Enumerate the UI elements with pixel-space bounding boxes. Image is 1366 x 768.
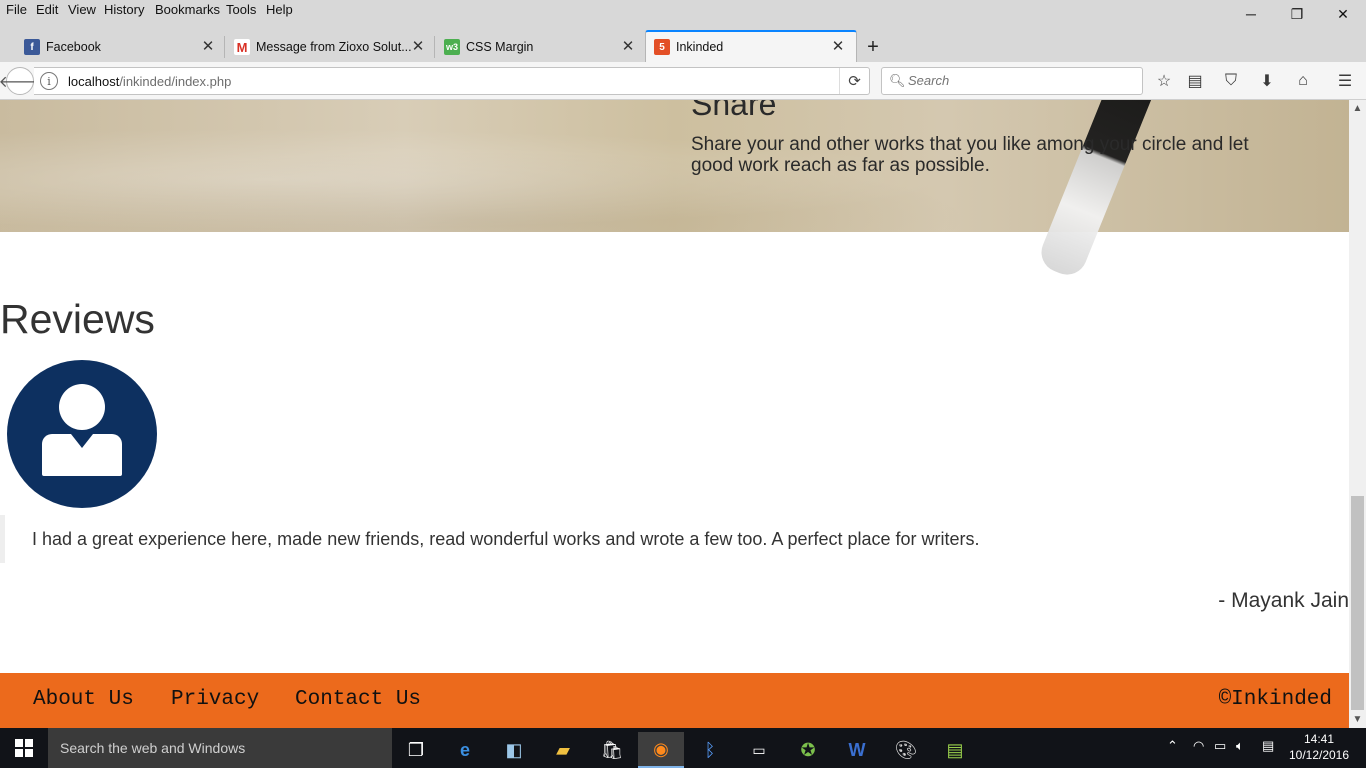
close-icon[interactable]: ✕: [200, 37, 216, 55]
action-center-icon[interactable]: ▤: [1262, 738, 1274, 754]
html5-icon: 5: [654, 39, 670, 55]
close-icon[interactable]: ✕: [620, 37, 636, 55]
hamburger-menu-icon[interactable]: ☰: [1332, 68, 1358, 94]
start-button[interactable]: [0, 728, 48, 768]
url-path: /inkinded/index.php: [119, 74, 232, 89]
user-avatar-icon: [7, 360, 157, 508]
taskbar-search-placeholder: Search the web and Windows: [60, 740, 246, 756]
reviews-heading: Reviews: [0, 296, 155, 342]
review-author: - Mayank Jain: [1218, 589, 1349, 612]
taskbar-search-box[interactable]: Search the web and Windows: [48, 728, 392, 768]
tab-facebook[interactable]: f Facebook ✕: [24, 34, 216, 60]
home-icon[interactable]: ⌂: [1290, 68, 1316, 94]
word-icon[interactable]: W: [834, 732, 880, 768]
footer-link-about[interactable]: About Us: [33, 688, 134, 711]
scroll-down-arrow-icon[interactable]: ▼: [1349, 711, 1366, 728]
tab-gmail[interactable]: M Message from Zioxo Solut... ✕: [234, 34, 426, 60]
menu-bar: File Edit View History Bookmarks Tools H…: [0, 0, 1366, 22]
clock-time: 14:41: [1303, 732, 1335, 746]
store-icon[interactable]: 🛍︎: [589, 732, 635, 768]
tray-chevron-up-icon[interactable]: ⌃: [1167, 738, 1178, 754]
footer-link-contact[interactable]: Contact Us: [295, 688, 421, 711]
app-icon[interactable]: ◧: [491, 732, 537, 768]
task-view-icon[interactable]: ❐: [393, 732, 439, 768]
new-tab-button[interactable]: +: [862, 36, 884, 58]
wifi-icon[interactable]: ◠: [1193, 738, 1204, 754]
system-clock[interactable]: 14:41 10/12/2016: [1288, 731, 1350, 763]
tab-strip: f Facebook ✕ M Message from Zioxo Solut.…: [0, 22, 1366, 62]
url-bar[interactable]: i localhost/inkinded/index.php ⟳: [34, 67, 870, 95]
url-text[interactable]: localhost/inkinded/index.php: [68, 74, 231, 89]
footer-link-privacy[interactable]: Privacy: [171, 688, 259, 711]
tab-inkinded[interactable]: 5 Inkinded ✕: [654, 34, 846, 60]
file-explorer-icon[interactable]: ▰: [540, 732, 586, 768]
battery-icon[interactable]: ▭: [1214, 738, 1226, 754]
menu-help[interactable]: Help: [266, 2, 293, 17]
bluetooth-icon[interactable]: ᛒ: [687, 732, 733, 768]
hero-title: Share: [691, 100, 777, 122]
navigation-bar: 🡐 i localhost/inkinded/index.php ⟳ 🔍︎ ☆ …: [0, 62, 1366, 100]
tab-separator: [434, 36, 435, 58]
menu-view[interactable]: View: [68, 2, 96, 17]
back-button[interactable]: 🡐: [0, 67, 41, 95]
close-icon[interactable]: ✕: [410, 37, 426, 55]
info-icon[interactable]: i: [40, 72, 58, 90]
review-quote: I had a great experience here, made new …: [0, 515, 1349, 563]
search-input[interactable]: [908, 73, 1128, 88]
avatar-collar: [71, 434, 93, 448]
menu-history[interactable]: History: [104, 2, 144, 17]
menu-tools[interactable]: Tools: [226, 2, 256, 17]
firefox-icon[interactable]: ◉: [638, 732, 684, 768]
vertical-scrollbar[interactable]: ▲ ▼: [1349, 100, 1366, 728]
hero-text: Share your and other works that you like…: [691, 134, 1249, 176]
pocket-icon[interactable]: ⛉: [1218, 68, 1244, 94]
footer-copyright: ©Inkinded: [1218, 688, 1332, 711]
w3schools-icon: w3: [444, 39, 460, 55]
reload-icon[interactable]: ⟳: [839, 68, 869, 94]
volume-icon[interactable]: 🔈︎: [1236, 738, 1244, 754]
review-text: I had a great experience here, made new …: [32, 529, 980, 549]
download-icon[interactable]: ⬇: [1254, 68, 1280, 94]
scroll-up-arrow-icon[interactable]: ▲: [1349, 100, 1366, 117]
paint-icon[interactable]: 🎨︎: [883, 732, 929, 768]
tab-css-margin[interactable]: w3 CSS Margin ✕: [444, 34, 636, 60]
command-prompt-icon[interactable]: ▭: [736, 732, 782, 768]
avatar-head: [59, 384, 105, 430]
clock-date: 10/12/2016: [1288, 748, 1350, 762]
pen-image: [1035, 100, 1161, 281]
tab-separator: [224, 36, 225, 58]
tab-label: Inkinded: [676, 40, 724, 54]
search-icon: 🔍︎: [889, 73, 906, 88]
menu-edit[interactable]: Edit: [36, 2, 58, 17]
hero-banner: Share Share your and other works that yo…: [0, 100, 1349, 281]
page-viewport: Share Share your and other works that yo…: [0, 100, 1349, 728]
close-icon[interactable]: ✕: [830, 37, 846, 55]
reading-list-icon[interactable]: ▤: [1182, 68, 1208, 94]
tab-label: Facebook: [46, 40, 101, 54]
url-host: localhost: [68, 74, 120, 89]
facebook-icon: f: [24, 39, 40, 55]
tab-label: Message from Zioxo Solut...: [256, 40, 412, 54]
windows-taskbar: Search the web and Windows ❐ e ◧ ▰ 🛍︎ ◉ …: [0, 728, 1366, 768]
scrollbar-thumb[interactable]: [1351, 496, 1364, 710]
gmail-icon: M: [234, 39, 250, 55]
bookmark-star-icon[interactable]: ☆: [1151, 68, 1177, 94]
android-studio-icon[interactable]: ✪: [785, 732, 831, 768]
notepad-plus-icon[interactable]: ▤: [932, 732, 978, 768]
footer: About Us Privacy Contact Us ©Inkinded: [0, 673, 1349, 728]
tab-label: CSS Margin: [466, 40, 534, 54]
menu-file[interactable]: File: [6, 2, 27, 17]
edge-browser-icon[interactable]: e: [442, 732, 488, 768]
menu-bookmarks[interactable]: Bookmarks: [155, 2, 220, 17]
windows-logo-icon: [15, 739, 33, 757]
search-bar[interactable]: 🔍︎: [881, 67, 1143, 95]
